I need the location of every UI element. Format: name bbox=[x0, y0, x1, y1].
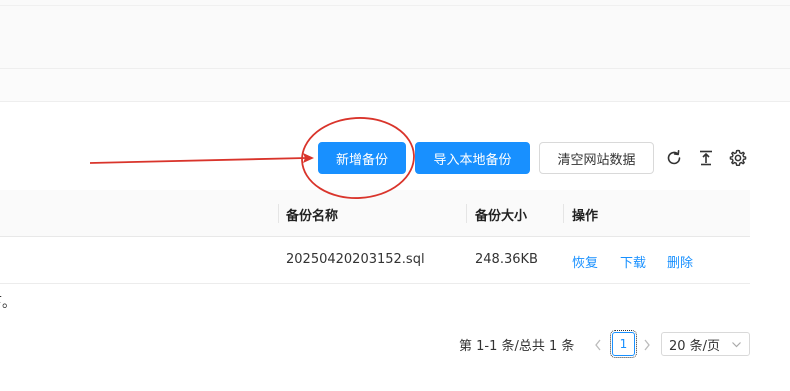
column-divider bbox=[466, 204, 467, 223]
chevron-down-icon bbox=[732, 342, 741, 348]
pagination-total: 第 1-1 条/总共 1 条 bbox=[459, 339, 575, 354]
clear-site-data-button[interactable]: 清空网站数据 bbox=[539, 142, 654, 174]
restore-link[interactable]: 恢复 bbox=[572, 252, 598, 271]
pagination-page-1[interactable]: 1 bbox=[610, 330, 637, 358]
import-local-backup-button[interactable]: 导入本地备份 bbox=[415, 142, 530, 174]
top-header-band bbox=[0, 0, 790, 69]
table-row: 20250420203152.sql 248.36KB 恢复 下载 删除 bbox=[0, 237, 750, 284]
column-divider bbox=[563, 204, 564, 223]
upload-icon[interactable] bbox=[696, 148, 716, 168]
chevron-right-icon[interactable] bbox=[643, 339, 651, 351]
chevron-left-icon[interactable] bbox=[594, 339, 602, 351]
truncated-note-text: 下。 bbox=[0, 295, 16, 311]
column-header-actions: 操作 bbox=[572, 209, 599, 224]
tab-bar-band bbox=[0, 69, 790, 102]
column-header-backup-size: 备份大小 bbox=[475, 209, 528, 224]
add-backup-button[interactable]: 新增备份 bbox=[318, 142, 406, 174]
table-header: 备份名称 备份大小 操作 bbox=[0, 190, 750, 237]
download-link[interactable]: 下载 bbox=[620, 252, 646, 271]
header-divider bbox=[0, 5, 790, 6]
backup-size-cell: 248.36KB bbox=[475, 252, 538, 267]
page-size-value: 20 条/页 bbox=[669, 338, 721, 354]
refresh-icon[interactable] bbox=[664, 148, 684, 168]
delete-link[interactable]: 删除 bbox=[667, 252, 693, 271]
column-header-backup-name: 备份名称 bbox=[286, 209, 339, 224]
page-size-select[interactable]: 20 条/页 bbox=[661, 332, 750, 356]
column-divider bbox=[278, 204, 279, 223]
gear-icon[interactable] bbox=[728, 148, 748, 168]
annotation-arrow-line bbox=[89, 157, 307, 164]
annotation-arrow-head bbox=[303, 153, 314, 163]
backup-name-cell: 20250420203152.sql bbox=[286, 252, 425, 267]
